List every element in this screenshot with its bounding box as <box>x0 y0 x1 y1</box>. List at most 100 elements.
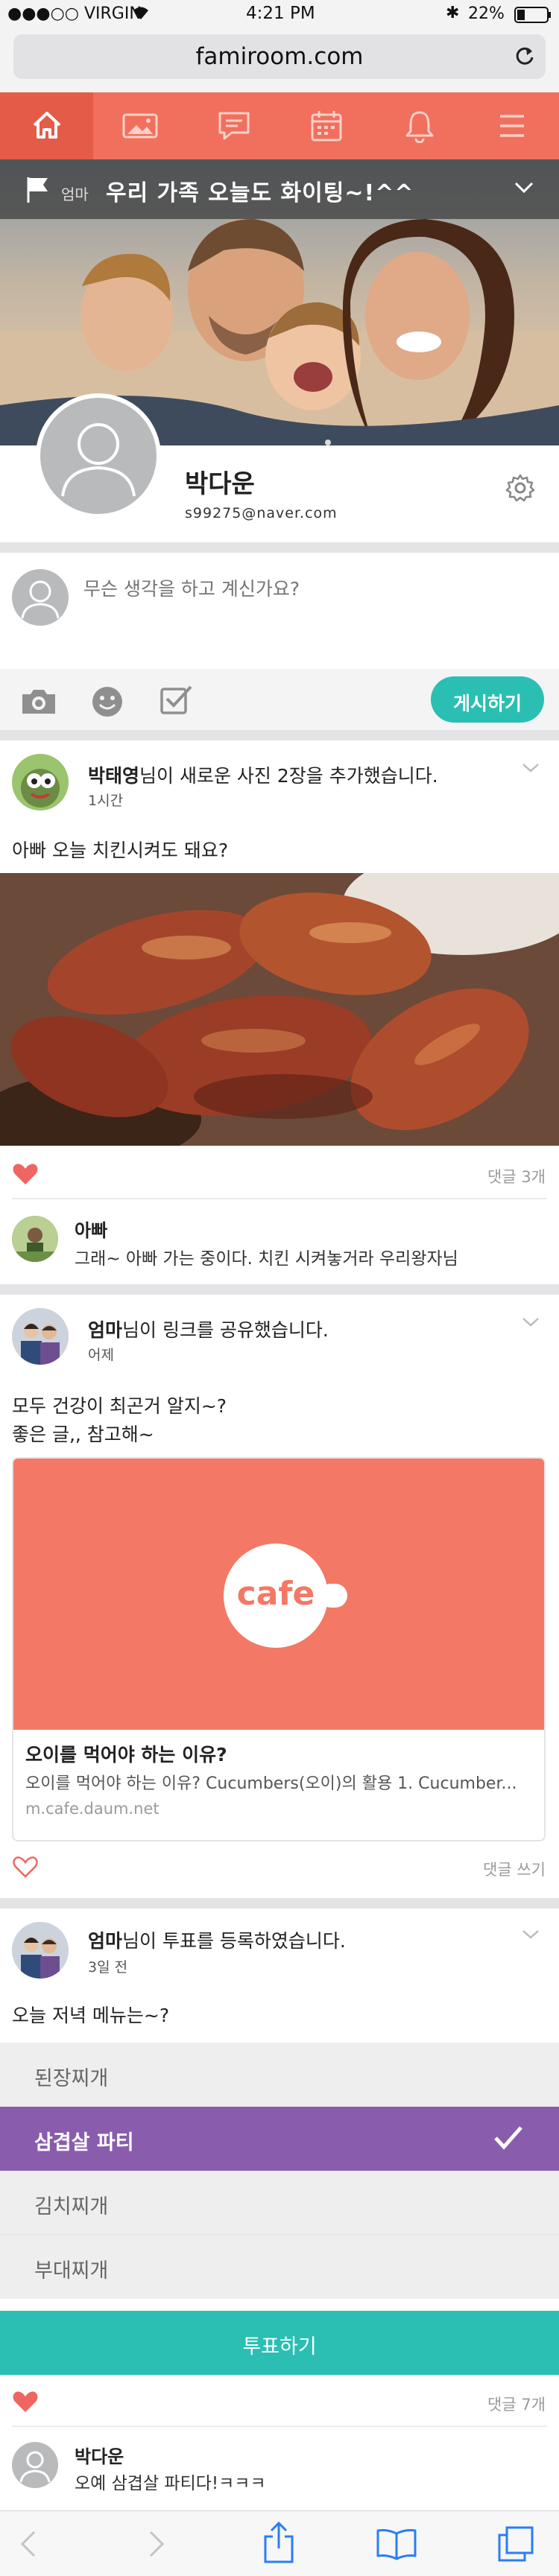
url-bar[interactable]: famiroom.com <box>13 34 546 79</box>
like-heart-icon[interactable] <box>12 2390 39 2414</box>
poll-option[interactable]: 부대찌개 <box>0 2235 559 2299</box>
comment-avatar <box>12 2442 58 2488</box>
nav-home[interactable] <box>0 92 93 159</box>
nav-photos[interactable] <box>93 92 186 159</box>
composer <box>0 553 559 669</box>
profile-avatar[interactable] <box>36 393 161 518</box>
post-time: 어제 <box>88 1347 114 1363</box>
divider-line <box>12 2426 547 2427</box>
post-action: 님이 새로운 사진 2장을 추가했습니다. <box>139 765 438 787</box>
link-description: 오이를 먹어야 하는 이유? Cucumbers(오이)의 활용 1. Cucu… <box>25 1774 517 1793</box>
post-time: 1시간 <box>88 793 124 809</box>
share-icon[interactable] <box>262 2522 295 2565</box>
carrier-label: ●●●○○ VIRGIN <box>7 4 142 23</box>
cafe-logo-text: cafe <box>236 1575 315 1613</box>
wifi-icon <box>131 4 151 21</box>
like-heart-outline-icon[interactable] <box>12 1855 39 1879</box>
comment-count[interactable]: 댓글 7개 <box>417 2393 546 2415</box>
post-avatar[interactable] <box>12 1922 69 1979</box>
banner-author-tag: 엄마 <box>61 185 89 203</box>
poll-checkbox-icon[interactable] <box>160 684 194 717</box>
post-options-chevron-icon[interactable] <box>522 763 540 773</box>
post-text-line-2: 좋은 글,, 참고해~ <box>12 1424 154 1445</box>
calendar-icon <box>309 109 344 143</box>
comment-author[interactable]: 아빠 <box>75 1216 107 1242</box>
post-header-line: 박태영님이 새로운 사진 2장을 추가했습니다. <box>88 761 438 788</box>
url-text: famiroom.com <box>195 43 364 70</box>
post-action: 님이 링크를 공유했습니다. <box>122 1319 329 1341</box>
battery-percent: 22% <box>468 4 505 23</box>
browser-header: famiroom.com <box>0 30 559 92</box>
post-photo[interactable] <box>0 873 559 1146</box>
comment-count[interactable]: 댓글 3개 <box>417 1165 546 1187</box>
post-author[interactable]: 박태영 <box>88 765 139 787</box>
post-author[interactable]: 엄마 <box>88 1319 122 1341</box>
profile-email: s99275@naver.com <box>185 505 338 521</box>
post-button[interactable]: 게시하기 <box>431 676 544 723</box>
menu-icon <box>499 113 525 139</box>
section-divider <box>0 730 559 740</box>
default-user-icon <box>19 2451 51 2483</box>
status-bar: ●●●○○ VIRGIN 4:21 PM ✱ 22% <box>0 0 559 30</box>
poll-option-label: 삼겹살 파티 <box>34 2131 134 2154</box>
poll-option-selected[interactable]: 삼겹살 파티 <box>0 2107 559 2171</box>
poll-option-label: 된장찌개 <box>34 2067 109 2090</box>
post-author[interactable]: 엄마 <box>88 1930 122 1952</box>
poll-option[interactable]: 김치찌개 <box>0 2171 559 2235</box>
post-button-label: 게시하기 <box>452 693 522 714</box>
tabs-icon[interactable] <box>496 2525 535 2563</box>
post-options-chevron-icon[interactable] <box>522 1317 540 1327</box>
camera-icon[interactable] <box>19 687 58 717</box>
section-divider <box>0 1898 559 1909</box>
poll-option[interactable]: 된장찌개 <box>0 2043 559 2107</box>
poll-option-label: 부대찌개 <box>34 2259 109 2282</box>
cover-indicator-dot <box>325 440 331 445</box>
comment-author[interactable]: 박다운 <box>75 2442 124 2468</box>
battery-icon <box>514 7 552 23</box>
settings-gear-icon[interactable] <box>505 473 535 503</box>
nav-calendar[interactable] <box>280 92 373 159</box>
composer-avatar <box>12 569 69 626</box>
vote-button[interactable]: 투표하기 <box>0 2311 559 2375</box>
cafe-logo: cafe <box>224 1544 347 1648</box>
chicken-wings-photo <box>0 873 559 1146</box>
post-avatar[interactable] <box>12 754 69 810</box>
link-preview-card[interactable]: cafe 오이를 먹어야 하는 이유? 오이를 먹어야 하는 이유? Cucum… <box>12 1457 546 1841</box>
nav-menu[interactable] <box>466 92 559 159</box>
post-avatar[interactable] <box>12 1308 69 1365</box>
post-header-line: 엄마님이 링크를 공유했습니다. <box>88 1316 329 1342</box>
family-banner[interactable]: 엄마 우리 가족 오늘도 화이팅~!^^ <box>0 159 559 219</box>
post-action: 님이 투표를 등록하였습니다. <box>122 1930 346 1952</box>
reload-icon[interactable] <box>513 45 537 69</box>
browser-toolbar <box>0 2510 559 2576</box>
nav-chat[interactable] <box>186 92 280 159</box>
emoji-icon[interactable] <box>91 685 124 718</box>
bookmarks-icon[interactable] <box>376 2528 417 2560</box>
bell-icon <box>404 109 435 143</box>
checkmark-icon <box>493 2125 523 2151</box>
divider-line <box>12 1198 547 1199</box>
link-preview-image: cafe <box>13 1459 544 1730</box>
photo-icon <box>121 112 159 140</box>
bluetooth-icon: ✱ <box>446 4 460 22</box>
write-comment-link[interactable]: 댓글 쓰기 <box>417 1858 546 1880</box>
composer-input[interactable] <box>83 572 531 605</box>
comment-avatar <box>12 1216 58 1262</box>
back-icon[interactable] <box>19 2529 37 2559</box>
flag-icon <box>25 176 51 204</box>
post-options-chevron-icon[interactable] <box>522 1929 540 1940</box>
default-user-icon <box>21 580 60 619</box>
like-heart-icon[interactable] <box>12 1162 39 1186</box>
default-user-icon <box>61 423 136 497</box>
link-domain: m.cafe.daum.net <box>25 1800 160 1818</box>
app-nav-bar <box>0 92 559 159</box>
nav-notifications[interactable] <box>373 92 466 159</box>
composer-actions: 게시하기 <box>0 669 559 730</box>
clock: 4:21 PM <box>246 4 315 23</box>
forward-icon[interactable] <box>148 2529 165 2559</box>
section-divider <box>0 1284 559 1295</box>
post-time: 3일 전 <box>88 1959 128 1976</box>
comment-text: 오예 삼겹살 파티다!ㅋㅋㅋ <box>75 2474 266 2493</box>
chevron-down-icon[interactable] <box>514 182 534 194</box>
home-icon <box>31 110 63 140</box>
